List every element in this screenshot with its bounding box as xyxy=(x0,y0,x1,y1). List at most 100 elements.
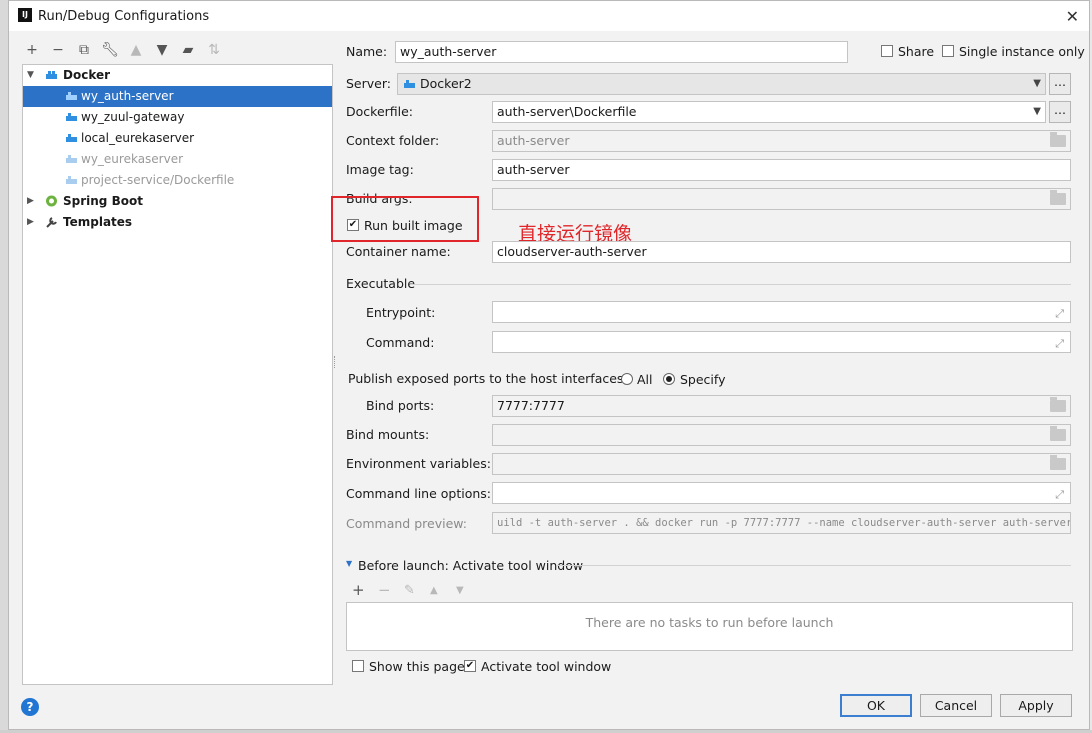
tree-item-label: wy_zuul-gateway xyxy=(81,110,185,124)
plus-icon[interactable]: + xyxy=(23,41,41,59)
show-page-label: Show this page xyxy=(369,659,465,674)
minus-icon[interactable]: − xyxy=(49,41,67,59)
expand-icon[interactable]: ⤢ xyxy=(1055,485,1064,503)
dialog-title: Run/Debug Configurations xyxy=(38,9,210,24)
chevron-right-icon[interactable]: ▶ xyxy=(27,212,34,233)
docker-icon xyxy=(46,71,57,79)
server-value: Docker2 xyxy=(420,76,472,91)
help-icon[interactable]: ? xyxy=(21,698,39,716)
tree-label-docker: Docker xyxy=(63,68,111,82)
share-label: Share xyxy=(898,44,935,59)
context-folder-input[interactable]: auth-server xyxy=(492,130,1071,152)
executable-section-label: Executable xyxy=(346,276,416,291)
arrow-down-icon[interactable]: ▼ xyxy=(153,41,171,59)
dockerfile-select[interactable]: auth-server\Dockerfile ▼ xyxy=(492,101,1046,123)
highlight-box xyxy=(331,196,479,242)
ok-button[interactable]: OK xyxy=(840,694,912,717)
tree-item-project-service-dockerfile[interactable]: project-service/Dockerfile xyxy=(23,170,332,191)
image-tag-input[interactable]: auth-server xyxy=(492,159,1071,181)
build-args-input[interactable] xyxy=(492,188,1071,210)
new-folder-icon[interactable]: ▰ xyxy=(179,41,197,59)
docker-icon xyxy=(66,155,77,163)
docker-icon xyxy=(66,113,77,121)
tree-group-docker[interactable]: ▼ Docker xyxy=(23,65,332,86)
docker-icon xyxy=(404,80,415,88)
folder-icon[interactable] xyxy=(1050,455,1066,470)
docker-icon xyxy=(66,134,77,142)
bind-ports-value: 7777:7777 xyxy=(497,398,565,413)
single-instance-checkbox[interactable] xyxy=(942,45,954,57)
name-label: Name: xyxy=(346,44,388,59)
show-page-checkbox[interactable] xyxy=(352,660,364,672)
container-name-input[interactable]: cloudserver-auth-server xyxy=(492,241,1071,263)
tree-group-templates[interactable]: ▶ Templates xyxy=(23,212,332,233)
copy-icon[interactable]: ⧉ xyxy=(75,41,93,59)
add-task-icon[interactable]: + xyxy=(352,581,365,599)
expand-icon[interactable]: ⤢ xyxy=(1055,304,1064,322)
folder-icon[interactable] xyxy=(1050,397,1066,412)
tree-item-local-eurekaserver[interactable]: local_eurekaserver xyxy=(23,128,332,149)
move-up-icon[interactable]: ▲ xyxy=(430,585,438,596)
ports-specify-radio[interactable] xyxy=(663,373,675,385)
tree-item-wy-auth-server[interactable]: wy_auth-server xyxy=(23,86,332,107)
folder-icon[interactable] xyxy=(1050,190,1066,205)
command-input[interactable]: ⤢ xyxy=(492,331,1071,353)
server-browse-button[interactable]: … xyxy=(1049,73,1071,95)
apply-button[interactable]: Apply xyxy=(1000,694,1072,717)
env-vars-input[interactable] xyxy=(492,453,1071,475)
tree-item-wy-zuul-gateway[interactable]: wy_zuul-gateway xyxy=(23,107,332,128)
before-launch-task-list[interactable]: There are no tasks to run before launch xyxy=(346,602,1073,651)
configuration-tree: ▼ Docker wy_auth-server wy_zuul-gateway … xyxy=(22,64,333,685)
folder-icon[interactable] xyxy=(1050,426,1066,441)
cmdline-options-label: Command line options: xyxy=(346,486,492,501)
name-input[interactable]: wy_auth-server xyxy=(395,41,848,63)
folder-icon[interactable] xyxy=(1050,132,1066,147)
command-preview-label: Command preview: xyxy=(346,516,468,531)
spring-boot-icon xyxy=(46,195,57,207)
dockerfile-browse-button[interactable]: … xyxy=(1049,101,1071,123)
arrow-up-icon[interactable]: ▲ xyxy=(127,41,145,59)
tree-item-wy-eurekaserver[interactable]: wy_eurekaserver xyxy=(23,149,332,170)
sort-icon[interactable]: ⇅ xyxy=(205,41,223,59)
share-checkbox[interactable] xyxy=(881,45,893,57)
tree-item-label: local_eurekaserver xyxy=(81,131,195,145)
docker-icon xyxy=(66,176,77,184)
dockerfile-value: auth-server\Dockerfile xyxy=(497,104,637,119)
ports-all-radio[interactable] xyxy=(621,373,633,385)
single-instance-label: Single instance only xyxy=(959,44,1085,59)
bind-ports-input[interactable]: 7777:7777 xyxy=(492,395,1071,417)
server-select[interactable]: Docker2 ▼ xyxy=(397,73,1046,95)
tree-group-spring-boot[interactable]: ▶ Spring Boot xyxy=(23,191,332,212)
entrypoint-input[interactable]: ⤢ xyxy=(492,301,1071,323)
tree-label-spring-boot: Spring Boot xyxy=(63,194,143,208)
edit-task-icon[interactable]: ✎ xyxy=(404,583,415,598)
close-icon[interactable]: ✕ xyxy=(1066,7,1079,26)
splitter-handle[interactable] xyxy=(334,356,338,368)
context-folder-label: Context folder: xyxy=(346,133,440,148)
image-tag-label: Image tag: xyxy=(346,162,414,177)
expand-icon[interactable]: ⤢ xyxy=(1055,334,1064,352)
ports-all-label: All xyxy=(637,372,653,387)
move-down-icon[interactable]: ▼ xyxy=(456,585,464,596)
cmdline-options-input[interactable]: ⤢ xyxy=(492,482,1071,504)
activate-tool-window-checkbox[interactable]: ✔ xyxy=(464,660,476,672)
cancel-button[interactable]: Cancel xyxy=(920,694,992,717)
tree-item-label: wy_eurekaserver xyxy=(81,152,184,166)
context-folder-value: auth-server xyxy=(497,133,570,148)
bind-mounts-input[interactable] xyxy=(492,424,1071,446)
triangle-down-icon[interactable]: ▼ xyxy=(346,559,352,568)
bind-mounts-label: Bind mounts: xyxy=(346,427,430,442)
chevron-down-icon: ▼ xyxy=(1033,106,1041,117)
run-debug-dialog: IJ Run/Debug Configurations ✕ + − ⧉ 🔧︎ ▲… xyxy=(8,0,1090,730)
wrench-icon[interactable]: 🔧︎ xyxy=(101,41,119,59)
publish-ports-label: Publish exposed ports to the host interf… xyxy=(348,371,628,386)
before-launch-divider xyxy=(557,565,1071,566)
empty-task-text: There are no tasks to run before launch xyxy=(585,615,834,630)
server-label: Server: xyxy=(346,76,391,91)
remove-task-icon[interactable]: − xyxy=(378,581,391,599)
background-left-strip xyxy=(0,0,8,733)
chevron-right-icon[interactable]: ▶ xyxy=(27,191,34,212)
before-launch-header[interactable]: Before launch: Activate tool window xyxy=(358,558,583,573)
chevron-down-icon[interactable]: ▼ xyxy=(27,65,34,86)
entrypoint-label: Entrypoint: xyxy=(366,305,436,320)
